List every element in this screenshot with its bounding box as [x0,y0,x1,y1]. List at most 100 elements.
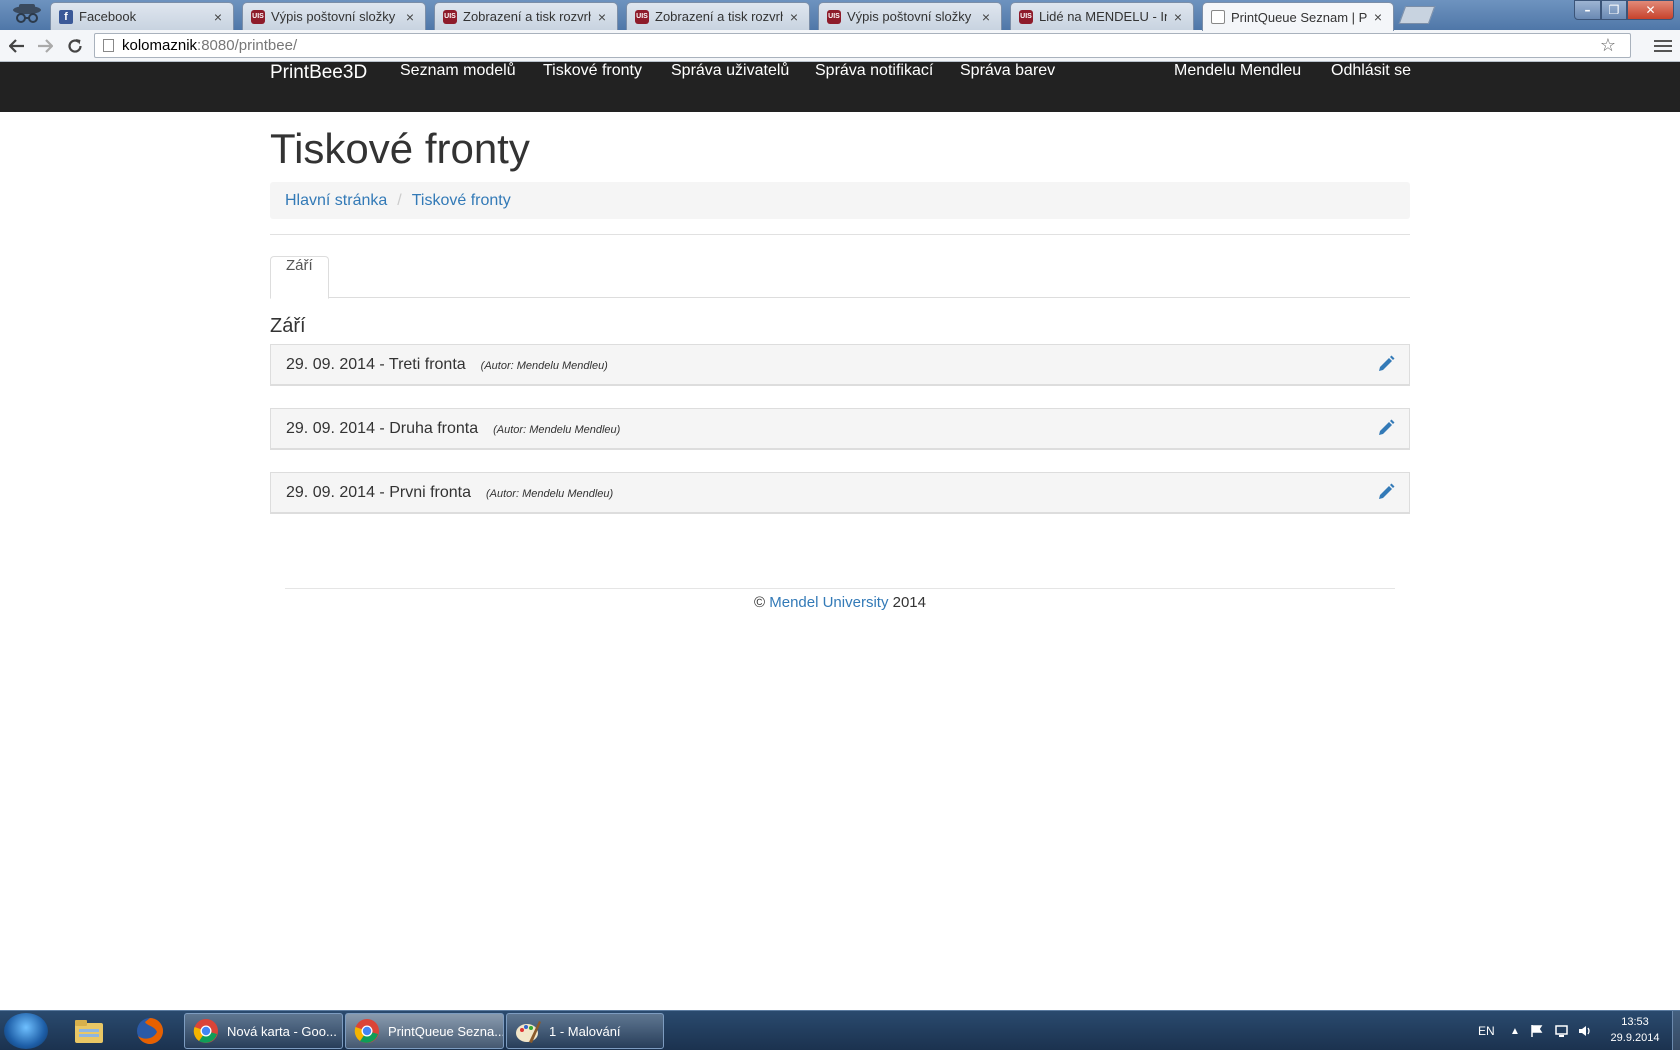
page-title: Tiskové fronty [270,125,530,172]
queue-title: 29. 09. 2014 - Druha fronta [286,419,479,437]
queue-title: 29. 09. 2014 - Prvni fronta [286,483,471,501]
browser-tab[interactable]: f Facebook × [50,2,234,30]
browser-tab-label: Lidé na MENDELU - Ing. P [1039,9,1167,24]
uis-icon: UIS [1019,9,1033,24]
taskbar-task-label: Nová karta - Goo... [227,1023,337,1039]
nav-item-notifications[interactable]: Správa notifikací [815,62,933,112]
breadcrumb-current[interactable]: Tiskové fronty [412,192,511,210]
main-content: Tiskové fronty Hlavní stránka / Tiskové … [270,112,1410,514]
edit-pencil-icon[interactable] [1377,483,1395,501]
close-tab-icon[interactable]: × [595,9,609,25]
nav-user[interactable]: Mendelu Mendleu [1174,62,1301,112]
taskbar-task-chrome-printqueue[interactable]: PrintQueue Sezna... [345,1013,504,1049]
logout-link[interactable]: Odhlásit se [1331,62,1411,112]
browser-tab-label: Zobrazení a tisk rozvrhů [655,9,783,24]
browser-tab[interactable]: UIS Zobrazení a tisk rozvrhů × [626,2,810,30]
queue-item[interactable]: 29. 09. 2014 - Druha fronta (Autor: Mend… [270,408,1410,450]
taskbar-task-paint[interactable]: 1 - Malování [506,1013,664,1049]
browser-tab[interactable]: UIS Lidé na MENDELU - Ing. P × [1010,2,1194,30]
uis-icon: UIS [251,9,265,24]
facebook-icon: f [59,9,73,24]
clock-date: 29.9.2014 [1610,1032,1660,1044]
close-window-button[interactable]: ✕ [1627,0,1674,20]
queue-title: 29. 09. 2014 - Treti fronta [286,355,466,373]
firefox-icon[interactable] [125,1014,175,1048]
chrome-icon [354,1019,379,1043]
minimize-button[interactable]: – [1574,0,1601,20]
bookmark-star-icon[interactable]: ☆ [1600,35,1616,56]
edit-pencil-icon[interactable] [1377,419,1395,437]
close-tab-icon[interactable]: × [211,9,225,25]
nav-item-users[interactable]: Správa uživatelů [671,62,789,112]
tray-expand-icon[interactable]: ▲ [1510,1011,1520,1050]
address-host: kolomaznik [122,37,198,54]
start-button[interactable] [4,1013,48,1049]
browser-tab-active[interactable]: PrintQueue Seznam | Print × [1202,2,1394,31]
incognito-icon [13,4,41,23]
browser-toolbar: kolomaznik:8080/printbee/ ☆ [0,30,1680,62]
browser-tab[interactable]: UIS Výpis poštovní složky × [242,2,426,30]
nav-item-models[interactable]: Seznam modelů [400,62,516,112]
queue-item[interactable]: 29. 09. 2014 - Prvni fronta (Autor: Mend… [270,472,1410,514]
clock-time: 13:53 [1621,1016,1649,1028]
page-icon [103,39,114,52]
browser-tab-label: Výpis poštovní složky [271,9,396,24]
browser-tab[interactable]: UIS Výpis poštovní složky × [818,2,1002,30]
close-tab-icon[interactable]: × [787,9,801,25]
taskbar-task-chrome-newtab[interactable]: Nová karta - Goo... [184,1013,343,1049]
taskbar-task-label: 1 - Malování [549,1023,621,1039]
footer-university-link[interactable]: Mendel University [769,594,888,611]
browser-tab-label: Zobrazení a tisk rozvrhů [463,9,591,24]
show-desktop-button[interactable] [1672,1011,1680,1050]
queue-item[interactable]: 29. 09. 2014 - Treti fronta (Autor: Mend… [270,344,1410,386]
uis-icon: UIS [443,9,457,24]
folder-icon [75,1020,103,1043]
queue-author: (Autor: Mendelu Mendleu) [480,360,608,372]
breadcrumb-separator: / [397,191,402,209]
divider [270,234,1410,235]
month-heading: Září [270,315,306,337]
uis-icon: UIS [827,9,841,24]
browser-tab-strip: f Facebook × UIS Výpis poštovní složky ×… [0,0,1680,31]
close-tab-icon[interactable]: × [1171,9,1185,25]
windows-taskbar: Nová karta - Goo... PrintQueue Sezna... … [0,1010,1680,1050]
chrome-icon [193,1019,218,1043]
nav-item-colors[interactable]: Správa barev [960,62,1055,112]
close-tab-icon[interactable]: × [1371,9,1385,25]
explorer-icon[interactable] [64,1014,114,1048]
browser-tab[interactable]: UIS Zobrazení a tisk rozvrhů × [434,2,618,30]
new-tab-button[interactable] [1398,6,1436,24]
reload-button[interactable] [64,36,86,56]
browser-tab-label: PrintQueue Seznam | Print [1231,9,1367,25]
screen: f Facebook × UIS Výpis poštovní složky ×… [0,0,1680,1050]
reload-icon [68,39,82,53]
maximize-button[interactable]: ❐ [1601,0,1627,20]
network-icon[interactable] [1554,1011,1570,1050]
paint-icon [516,1021,541,1043]
footer-year: 2014 [892,594,926,611]
back-button[interactable] [6,36,28,56]
queue-author: (Autor: Mendelu Mendleu) [486,488,614,500]
system-clock[interactable]: 13:53 29.9.2014 [1600,1014,1670,1046]
language-indicator[interactable]: EN [1478,1011,1495,1050]
forward-button[interactable] [34,36,56,56]
close-tab-icon[interactable]: × [403,9,417,25]
flag-icon[interactable] [1530,1011,1544,1050]
nav-item-print-queues[interactable]: Tiskové fronty [543,62,642,112]
footer: © Mendel University 2014 [285,588,1395,611]
back-arrow-icon [9,39,24,53]
page-viewport: PrintBee3D Seznam modelů Tiskové fronty … [0,62,1680,1010]
volume-icon[interactable] [1578,1011,1594,1050]
navbar-brand[interactable]: PrintBee3D [270,62,367,112]
breadcrumb-home[interactable]: Hlavní stránka [285,192,387,210]
address-path: :8080/printbee/ [197,37,298,54]
tab-month[interactable]: Září [270,256,329,299]
close-tab-icon[interactable]: × [979,9,993,25]
taskbar-task-label: PrintQueue Sezna... [388,1023,504,1039]
page-icon [1211,10,1225,24]
month-tabs: Září [270,256,1410,299]
browser-menu-icon[interactable] [1654,36,1672,56]
address-bar[interactable]: kolomaznik:8080/printbee/ ☆ [94,33,1631,58]
edit-pencil-icon[interactable] [1377,355,1395,373]
queue-author: (Autor: Mendelu Mendleu) [493,424,621,436]
